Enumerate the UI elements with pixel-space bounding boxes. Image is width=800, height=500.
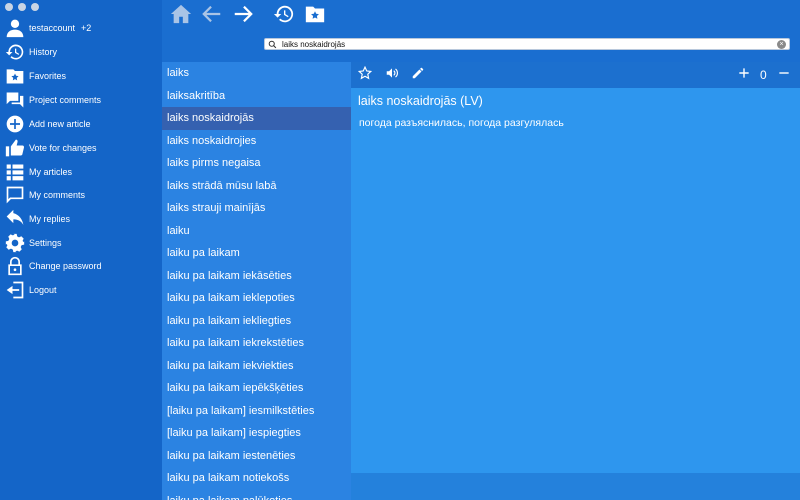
sidebar-item-my-comments[interactable]: My comments (0, 183, 162, 207)
comments-icon (0, 90, 29, 110)
pencil-icon (411, 66, 425, 85)
sidebar-item-my-replies[interactable]: My replies (0, 207, 162, 231)
gear-icon (0, 233, 29, 253)
forward-button[interactable] (231, 4, 255, 28)
user-icon (0, 18, 29, 38)
top-toolbar: × (162, 0, 800, 62)
search-box[interactable]: × (264, 38, 790, 50)
speaker-icon (385, 66, 399, 85)
sidebar-item-project-comments[interactable]: Project comments (0, 88, 162, 112)
list-item[interactable]: laiks noskaidrojās (162, 107, 351, 130)
list-item[interactable]: [laiku pa laikam] iesmilkstēties (162, 400, 351, 423)
sidebar-item-favorites[interactable]: Favorites (0, 64, 162, 88)
back-arrow-icon (201, 3, 223, 30)
list-item[interactable]: laiksakritība (162, 85, 351, 108)
list-icon (0, 162, 29, 182)
sidebar-item-label: Change password (29, 261, 102, 271)
minus-button[interactable] (775, 66, 793, 84)
sidebar-item-label: Vote for changes (29, 143, 97, 153)
minus-icon (777, 66, 791, 85)
sidebar-item-add-new-article[interactable]: Add new article (0, 112, 162, 136)
home-button[interactable] (169, 4, 193, 28)
close-window-button[interactable] (5, 3, 13, 11)
favorite-star-button[interactable] (356, 65, 374, 85)
thumbs-up-icon (0, 138, 29, 158)
sidebar-item-label: Logout (29, 285, 57, 295)
history-icon (273, 3, 295, 30)
favorites-button[interactable] (303, 4, 327, 28)
sidebar-item-my-articles[interactable]: My articles (0, 160, 162, 184)
article-translation: погода разъяснилась, погода разгулялась (359, 117, 564, 129)
home-icon (170, 3, 192, 30)
pronounce-button[interactable] (383, 66, 401, 84)
sidebar-item-settings[interactable]: Settings (0, 231, 162, 255)
sidebar-item-label: Add new article (29, 119, 91, 129)
sidebar-account[interactable]: testaccount +2 (0, 16, 162, 40)
list-item[interactable]: laiku pa laikam iepēkšķēties (162, 377, 351, 400)
list-item[interactable]: laiks strauji mainījās (162, 197, 351, 220)
list-item[interactable]: laiks strādā mūsu labā (162, 175, 351, 198)
sidebar-item-label: Favorites (29, 71, 67, 81)
reply-icon (0, 209, 29, 229)
list-item[interactable]: laiku pa laikam notiekošs (162, 467, 351, 490)
list-item[interactable]: laiku pa laikam iestenēties (162, 445, 351, 468)
sidebar-item-label: Settings (29, 238, 62, 248)
sidebar-item-change-password[interactable]: Change password (0, 254, 162, 278)
sidebar-item-label: My articles (29, 167, 73, 177)
search-icon (268, 38, 280, 50)
history-button[interactable] (272, 4, 296, 28)
comment-icon (0, 185, 29, 205)
plus-icon (737, 66, 751, 85)
history-icon (0, 42, 29, 62)
list-item[interactable]: laiku pa laikam iekrekstēties (162, 332, 351, 355)
lock-icon (0, 256, 29, 276)
sidebar-item-vote-for-changes[interactable]: Vote for changes (0, 136, 162, 160)
forward-arrow-icon (232, 3, 254, 30)
account-badge: +2 (81, 23, 92, 33)
sidebar-item-logout[interactable]: Logout (0, 278, 162, 302)
back-button[interactable] (200, 4, 224, 28)
search-input[interactable] (280, 39, 777, 49)
sidebar-item-label: Project comments (29, 95, 102, 105)
logout-icon (0, 280, 29, 300)
zoom-window-button[interactable] (31, 3, 39, 11)
sidebar: testaccount +2 History Favorites Project… (0, 0, 162, 500)
list-item[interactable]: laiku pa laikam (162, 242, 351, 265)
minimize-window-button[interactable] (18, 3, 26, 11)
list-item[interactable]: [laiku pa laikam] iespiegties (162, 422, 351, 445)
star-icon (357, 65, 373, 85)
sidebar-item-label: My comments (29, 190, 86, 200)
edit-button[interactable] (409, 66, 427, 84)
article-toolbar: 0 (351, 62, 800, 88)
add-circle-icon (0, 114, 29, 134)
favorites-folder-icon (0, 66, 29, 86)
sidebar-item-history[interactable]: History (0, 40, 162, 64)
article-footer (351, 473, 800, 500)
plus-button[interactable] (735, 66, 753, 84)
clear-search-icon[interactable]: × (777, 39, 786, 49)
window-controls (5, 3, 39, 11)
article-headword: laiks noskaidrojās (LV) (358, 94, 483, 108)
list-item[interactable]: laiks pirms negaisa (162, 152, 351, 175)
list-item[interactable]: laiku (162, 220, 351, 243)
list-item[interactable]: laiku pa laikam iekviekties (162, 355, 351, 378)
word-list[interactable]: laiks laiksakritība laiks noskaidrojās laik… (162, 62, 351, 500)
article-panel: 0 laiks noskaidrojās (LV) погода разъясн… (351, 62, 800, 500)
sidebar-item-label: My replies (29, 214, 71, 224)
list-item[interactable]: laiku pa laikam ieklepoties (162, 287, 351, 310)
account-name: testaccount (29, 23, 76, 33)
list-item[interactable]: laiks (162, 62, 351, 85)
list-item[interactable]: laiks noskaidrojies (162, 130, 351, 153)
sidebar-item-label: History (29, 47, 58, 57)
vote-counter: 0 (760, 68, 767, 82)
list-item[interactable]: laiku pa laikam iekliegties (162, 310, 351, 333)
list-item[interactable]: laiku pa laikam iekāsēties (162, 265, 351, 288)
favorites-folder-icon (304, 3, 326, 30)
list-item[interactable]: laiku pa laikam palūkoties (162, 490, 351, 500)
